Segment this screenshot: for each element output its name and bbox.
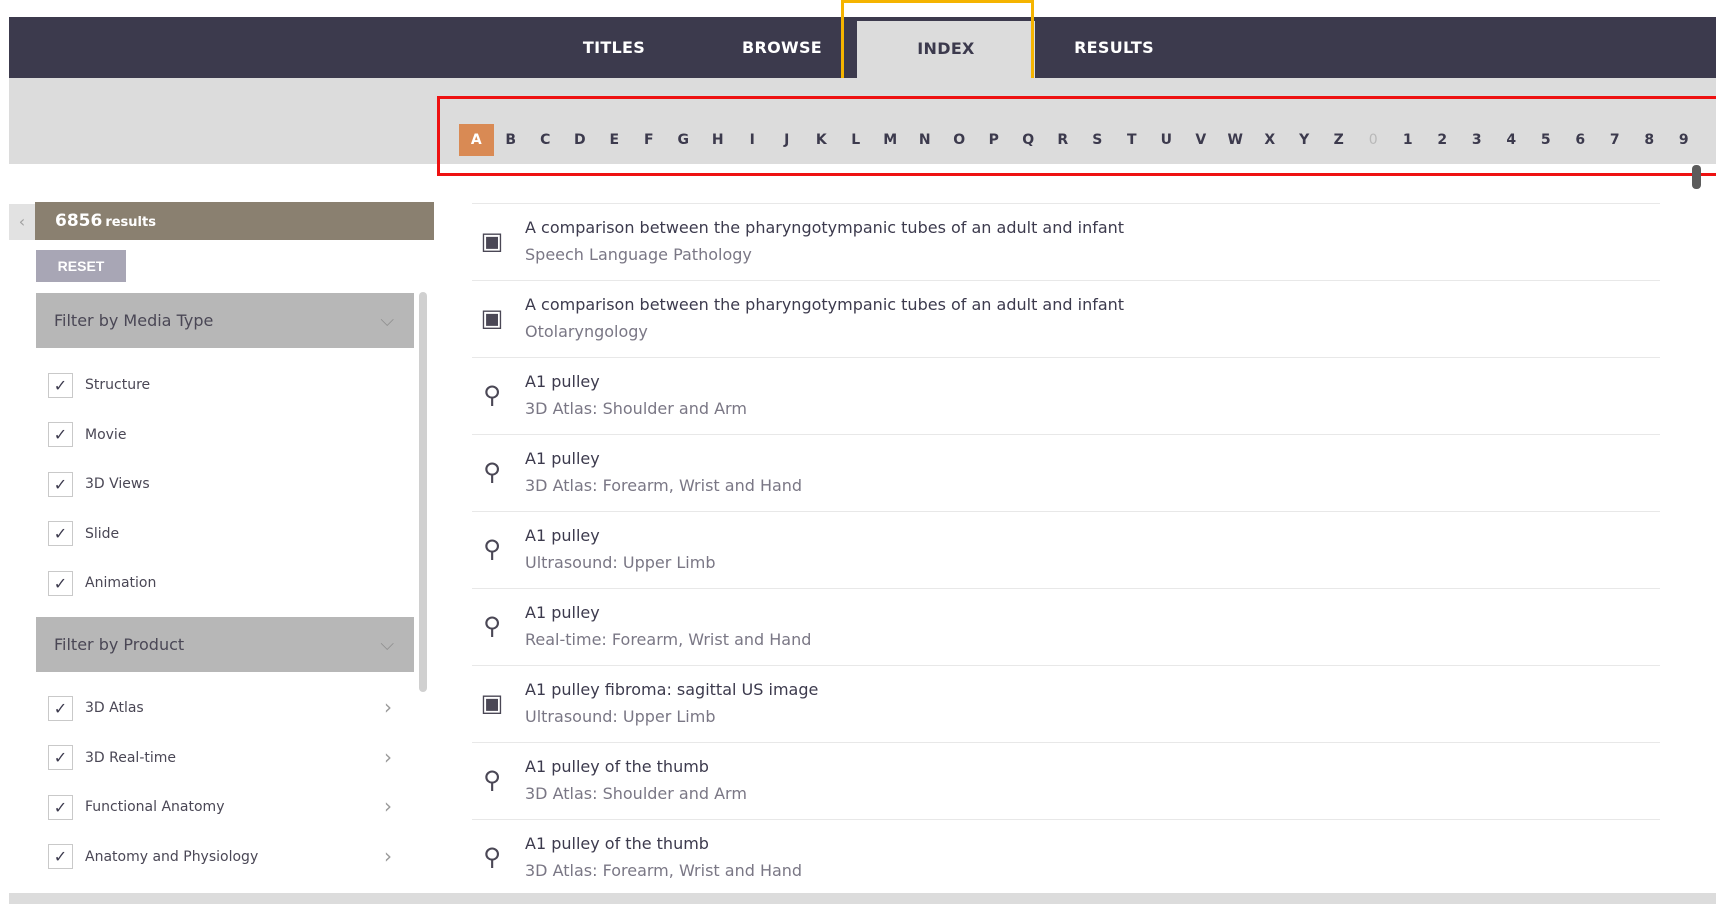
- chevron-right-icon[interactable]: ›: [384, 695, 392, 719]
- chevron-right-icon[interactable]: ›: [384, 794, 392, 818]
- structure-icon: ⚲: [483, 535, 501, 563]
- item-title[interactable]: A1 pulley: [525, 603, 600, 622]
- slide-icon: ▣: [480, 304, 504, 332]
- item-subtitle: Otolaryngology: [525, 322, 648, 341]
- item-subtitle: 3D Atlas: Shoulder and Arm: [525, 784, 747, 803]
- chevron-right-icon[interactable]: ›: [384, 844, 392, 868]
- filter-media-type-header[interactable]: Filter by Media Type ⌵: [36, 293, 414, 348]
- structure-icon: ⚲: [483, 612, 501, 640]
- filter-option-label: Slide: [85, 525, 120, 542]
- list-item[interactable]: ▣ A1 pulley fibroma: sagittal US image Ult…: [472, 665, 1660, 742]
- checkbox[interactable]: ✓: [48, 422, 73, 447]
- filter-option-label: 3D Real-time: [85, 749, 176, 766]
- filter-option[interactable]: ✓ Movie: [36, 415, 414, 455]
- item-title[interactable]: A comparison between the pharyngotympani…: [525, 218, 1124, 237]
- item-subtitle: 3D Atlas: Shoulder and Arm: [525, 399, 747, 418]
- filter-option-label: Animation: [85, 575, 157, 591]
- alphabet-highlight: [437, 96, 1716, 176]
- filter-product-header[interactable]: Filter by Product ⌵: [36, 617, 414, 672]
- item-title[interactable]: A1 pulley: [525, 449, 600, 468]
- filter-option[interactable]: ✓ Structure: [36, 365, 414, 405]
- checkbox[interactable]: ✓: [48, 521, 73, 546]
- list-item[interactable]: ⚲ A1 pulley 3D Atlas: Forearm, Wrist and H…: [472, 434, 1660, 511]
- results-count-bar: 6856 results: [35, 202, 434, 240]
- checkbox[interactable]: ✓: [48, 570, 73, 596]
- checkbox[interactable]: ✓: [48, 844, 73, 869]
- item-subtitle: 3D Atlas: Forearm, Wrist and Hand: [525, 861, 803, 880]
- list-item[interactable]: ⚲ A1 pulley 3D Atlas: Shoulder and Arm: [472, 357, 1660, 434]
- sidebar-scrollbar[interactable]: [419, 292, 427, 692]
- filter-option[interactable]: ✓ Functional Anatomy ›: [36, 787, 414, 827]
- results-scrollbar[interactable]: [1692, 165, 1701, 189]
- checkbox[interactable]: ✓: [48, 794, 73, 820]
- slide-icon: ▣: [480, 227, 504, 255]
- item-subtitle: 3D Atlas: Forearm, Wrist and Hand: [525, 476, 803, 495]
- list-item[interactable]: ⚲ A1 pulley Real-time: Forearm, Wrist and …: [472, 588, 1660, 665]
- chevron-right-icon[interactable]: ›: [384, 745, 392, 769]
- filter-option[interactable]: ✓ 3D Real-time ›: [36, 738, 414, 778]
- filter-option-label: Movie: [85, 426, 127, 443]
- item-title[interactable]: A1 pulley: [525, 372, 600, 391]
- list-item[interactable]: ▣ A comparison between the pharyngotympan…: [472, 203, 1660, 280]
- tab-titles[interactable]: TITLES: [549, 17, 679, 78]
- filter-option[interactable]: ✓ Slide: [36, 514, 414, 554]
- filter-option-label: Anatomy and Physiology: [85, 848, 259, 865]
- list-item[interactable]: ⚲ A1 pulley of the thumb 3D Atlas: Shoulde…: [472, 742, 1660, 819]
- item-subtitle: Ultrasound: Upper Limb: [525, 553, 716, 572]
- structure-icon: ⚲: [483, 843, 501, 871]
- chevron-left-icon[interactable]: ‹: [9, 204, 35, 240]
- tab-browse[interactable]: BROWSE: [717, 17, 847, 78]
- checkbox[interactable]: ✓: [48, 471, 73, 497]
- item-title[interactable]: A1 pulley: [525, 526, 600, 545]
- list-item[interactable]: ▣ A comparison between the pharyngotympan…: [472, 280, 1660, 357]
- filter-option[interactable]: ✓ Animation: [36, 563, 414, 603]
- filter-option-label: 3D Views: [85, 476, 150, 492]
- results-list: ▣ A comparison between the pharyngotympan…: [472, 203, 1660, 896]
- bottom-bar: [9, 893, 1716, 904]
- item-title[interactable]: A1 pulley fibroma: sagittal US image: [525, 680, 818, 699]
- checkbox[interactable]: ✓: [48, 745, 73, 770]
- tab-results[interactable]: RESULTS: [1049, 17, 1179, 78]
- item-title[interactable]: A comparison between the pharyngotympani…: [525, 295, 1124, 314]
- filter-product-title: Filter by Product: [54, 635, 185, 654]
- chevron-down-icon: ⌵: [380, 310, 394, 331]
- filter-option[interactable]: ✓ Anatomy and Physiology ›: [36, 837, 414, 877]
- item-title[interactable]: A1 pulley of the thumb: [525, 834, 709, 853]
- filter-option-label: Functional Anatomy: [85, 799, 225, 815]
- results-word: results: [105, 215, 156, 230]
- reset-button[interactable]: RESET: [36, 250, 126, 282]
- structure-icon: ⚲: [483, 766, 501, 794]
- item-subtitle: Ultrasound: Upper Limb: [525, 707, 716, 726]
- structure-icon: ⚲: [483, 381, 501, 409]
- item-subtitle: Speech Language Pathology: [525, 245, 752, 264]
- chevron-down-icon: ⌵: [380, 634, 394, 655]
- list-item[interactable]: ⚲ A1 pulley Ultrasound: Upper Limb: [472, 511, 1660, 588]
- filter-option-label: Structure: [85, 377, 151, 393]
- filter-media-type-title: Filter by Media Type: [54, 311, 214, 330]
- item-subtitle: Real-time: Forearm, Wrist and Hand: [525, 630, 812, 649]
- filter-option[interactable]: ✓ 3D Views: [36, 464, 414, 504]
- results-count: 6856: [55, 211, 103, 231]
- filter-option-label: 3D Atlas: [85, 700, 144, 716]
- slide-icon: ▣: [480, 689, 504, 717]
- list-item[interactable]: ⚲ A1 pulley of the thumb 3D Atlas: Forearm…: [472, 819, 1660, 896]
- filter-option[interactable]: ✓ 3D Atlas ›: [36, 688, 414, 728]
- checkbox[interactable]: ✓: [48, 695, 73, 721]
- item-title[interactable]: A1 pulley of the thumb: [525, 757, 709, 776]
- checkbox[interactable]: ✓: [48, 372, 73, 398]
- structure-icon: ⚲: [483, 458, 501, 486]
